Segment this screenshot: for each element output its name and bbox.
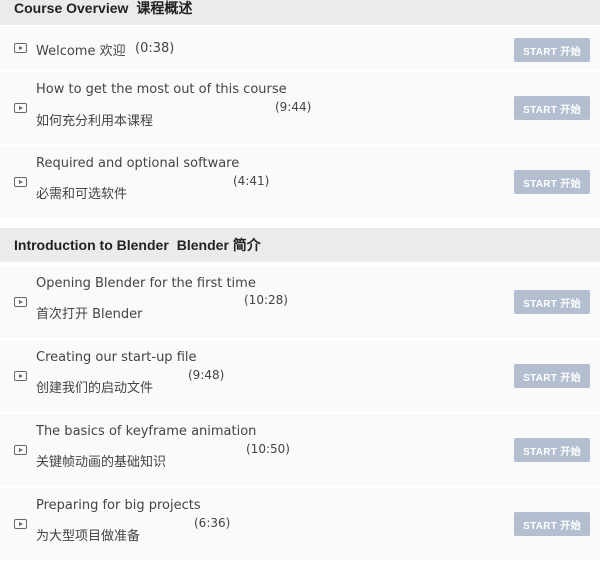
lesson-duration: (9:44) [275, 100, 312, 114]
start-button[interactable]: START 开始 [514, 38, 590, 62]
video-play-icon [14, 519, 27, 529]
section-header-intro-blender: Introduction to Blender Blender 简介 [0, 228, 600, 262]
lesson-row-startup-file[interactable]: Creating our start-up file 创建我们的启动文件 (9:… [0, 340, 600, 412]
section-title-zh: Blender 简介 [176, 237, 261, 253]
lesson-duration: (10:50) [246, 442, 290, 456]
lesson-title-zh: 必需和可选软件 [36, 187, 128, 202]
lesson-row-software[interactable]: Required and optional software 必需和可选软件 (… [0, 146, 600, 218]
video-play-icon [14, 445, 27, 455]
start-button[interactable]: START 开始 [514, 512, 590, 536]
lesson-row-get-most-out[interactable]: How to get the most out of this course 如… [0, 72, 600, 144]
lesson-title: Welcome 欢迎 [36, 44, 126, 59]
lesson-title-zh: 如何充分利用本课程 [36, 114, 154, 129]
start-button[interactable]: START 开始 [514, 170, 590, 194]
video-play-icon [14, 371, 27, 381]
course-curriculum: Course Overview 课程概述 Welcome 欢迎 (0:38) S… [0, 0, 600, 563]
lesson-title-en: Preparing for big projects [36, 498, 201, 513]
lesson-duration: (0:38) [135, 41, 175, 56]
lesson-title-en: Opening Blender for the first time [36, 276, 256, 291]
lesson-title-zh: 关键帧动画的基础知识 [36, 455, 167, 470]
section-title-en: Course Overview [14, 0, 129, 16]
lesson-row-big-projects[interactable]: Preparing for big projects 为大型项目做准备 (6:3… [0, 488, 600, 560]
lesson-duration: (10:28) [244, 293, 288, 307]
lesson-title-en: Creating our start-up file [36, 350, 197, 365]
lesson-title-en: How to get the most out of this course [36, 82, 287, 97]
lesson-title-en: Required and optional software [36, 156, 240, 171]
start-button[interactable]: START 开始 [514, 364, 590, 388]
section-title-en: Introduction to Blender [14, 237, 169, 253]
lesson-duration: (6:36) [194, 516, 231, 530]
lesson-row-welcome[interactable]: Welcome 欢迎 (0:38) START 开始 [0, 26, 600, 70]
video-play-icon [14, 43, 27, 53]
lesson-row-keyframe[interactable]: The basics of keyframe animation 关键帧动画的基… [0, 414, 600, 486]
video-play-icon [14, 177, 27, 187]
lesson-row-opening-blender[interactable]: Opening Blender for the first time 首次打开 … [0, 266, 600, 338]
lesson-title-zh: 创建我们的启动文件 [36, 381, 154, 396]
lesson-title-en: The basics of keyframe animation [36, 424, 257, 439]
section-title-zh: 课程概述 [136, 0, 193, 16]
video-play-icon [14, 297, 27, 307]
lesson-title-zh: 首次打开 Blender [36, 307, 143, 322]
start-button[interactable]: START 开始 [514, 290, 590, 314]
start-button[interactable]: START 开始 [514, 438, 590, 462]
lesson-duration: (9:48) [188, 368, 225, 382]
lesson-duration: (4:41) [233, 174, 270, 188]
section-header-course-overview: Course Overview 课程概述 [0, 0, 600, 25]
start-button[interactable]: START 开始 [514, 96, 590, 120]
lesson-title-zh: 为大型项目做准备 [36, 529, 141, 544]
video-play-icon [14, 103, 27, 113]
